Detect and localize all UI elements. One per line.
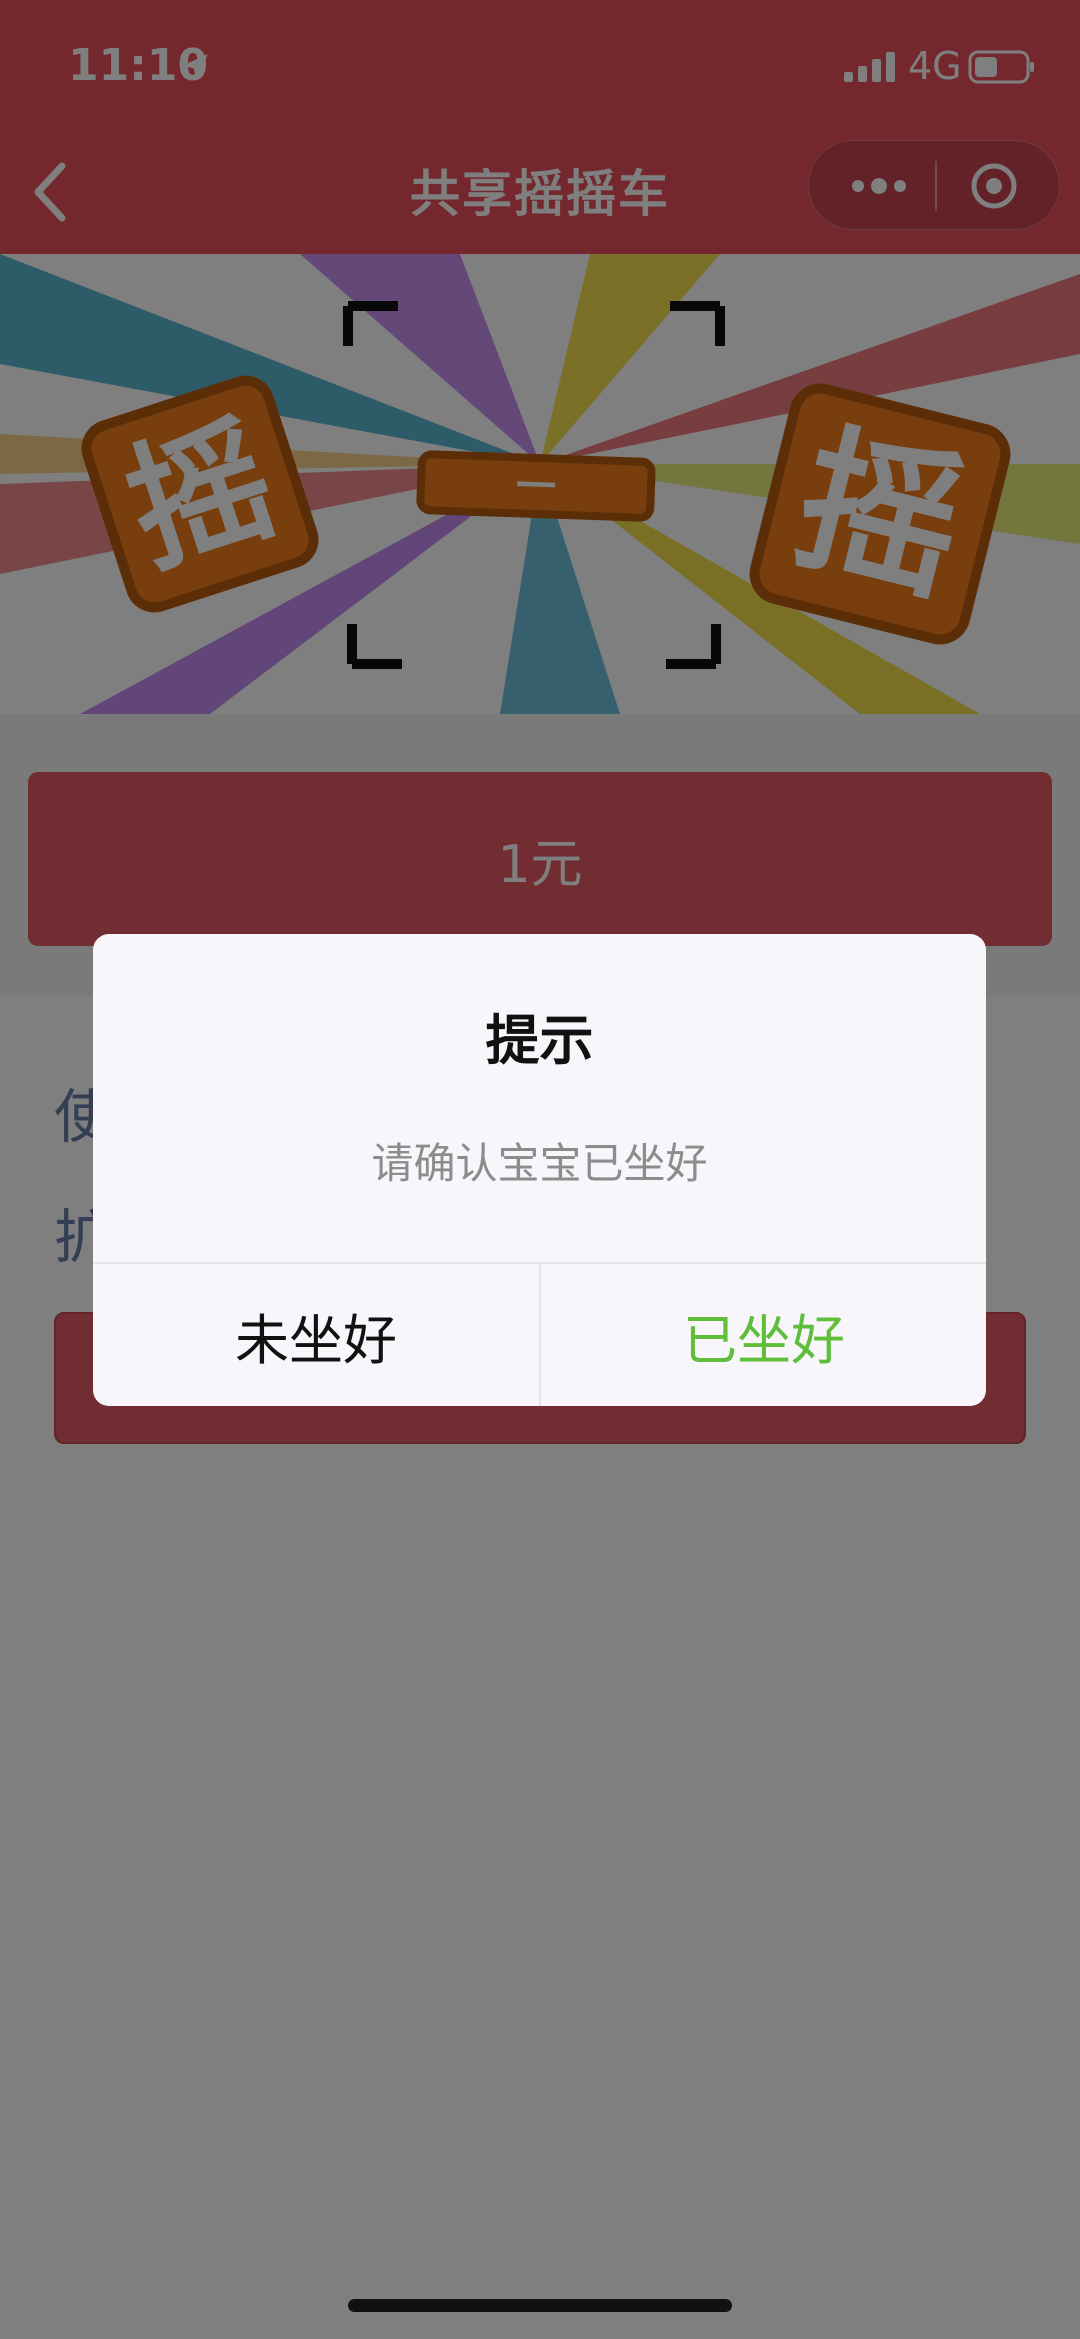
home-indicator: [348, 2299, 732, 2312]
dialog-title: 提示: [485, 1009, 594, 1072]
dialog-message: 请确认宝宝已坐好: [371, 1139, 708, 1188]
app-screen: 11:10 4G 共享摇摇车: [0, 0, 1080, 2339]
confirm-dialog: 提示 请确认宝宝已坐好 未坐好 已坐好: [93, 934, 986, 1406]
not-seated-button[interactable]: 未坐好: [93, 1264, 539, 1406]
seated-confirm-button[interactable]: 已坐好: [541, 1264, 986, 1406]
